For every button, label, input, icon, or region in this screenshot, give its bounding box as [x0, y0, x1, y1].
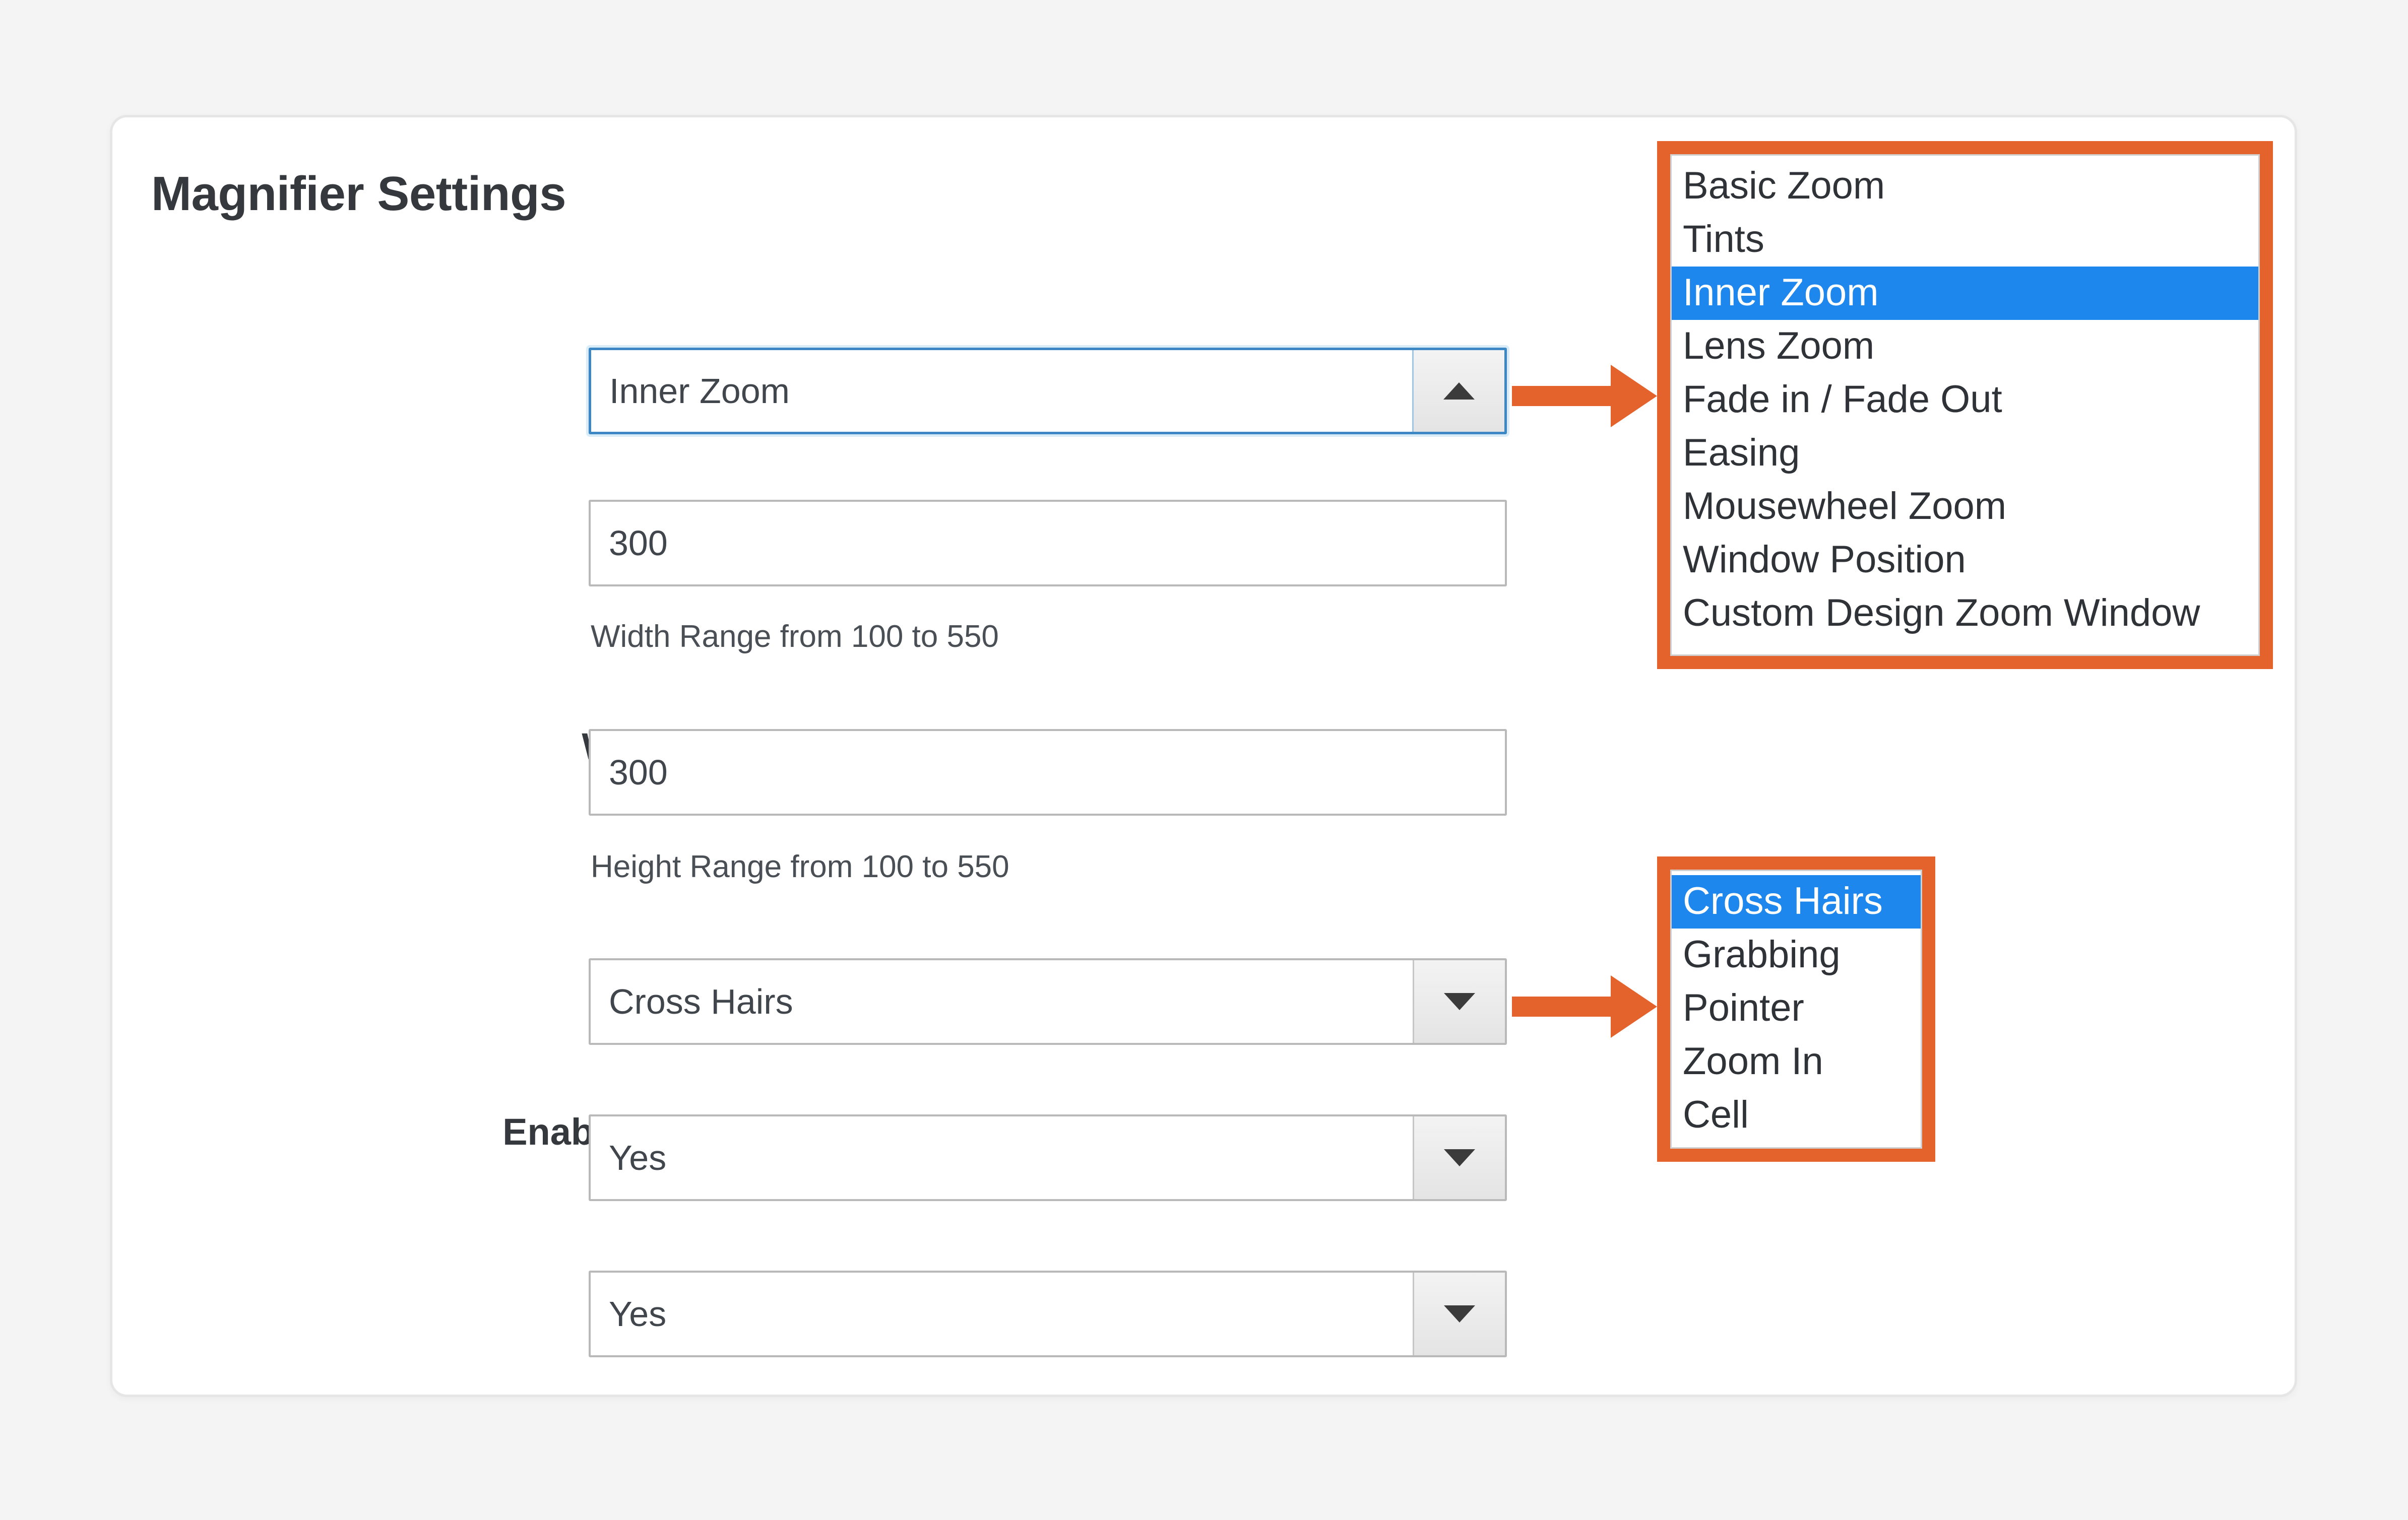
enable-scroll-zoom-select[interactable]: Yes: [589, 1114, 1507, 1201]
window-height-input[interactable]: 300: [589, 729, 1507, 816]
cursor-type-options-highlight: Cross Hairs Grabbing Pointer Zoom In Cel…: [1657, 856, 1935, 1162]
option-item[interactable]: Cell: [1672, 1089, 1921, 1142]
magnifier-type-dropdown-button[interactable]: [1412, 350, 1504, 432]
enable-easing-value: Yes: [609, 1294, 667, 1334]
triangle-down-icon: [1444, 1149, 1475, 1166]
option-item[interactable]: Basic Zoom: [1672, 160, 2258, 213]
arrow-head: [1611, 975, 1657, 1038]
cursor-type-dropdown-button[interactable]: [1413, 960, 1505, 1043]
cursor-type-options-list[interactable]: Cross Hairs Grabbing Pointer Zoom In Cel…: [1670, 870, 1922, 1149]
enable-scroll-zoom-dropdown-button[interactable]: [1413, 1116, 1505, 1199]
window-width-input[interactable]: 300: [589, 500, 1507, 586]
option-item[interactable]: Tints: [1672, 213, 2258, 267]
triangle-down-icon: [1444, 1305, 1475, 1323]
option-item[interactable]: Zoom In: [1672, 1035, 1921, 1089]
triangle-down-icon: [1444, 993, 1475, 1010]
magnifier-type-select[interactable]: Inner Zoom: [589, 348, 1507, 434]
magnifier-type-value: Inner Zoom: [609, 371, 790, 411]
arrow-shaft: [1512, 386, 1615, 406]
enable-easing-dropdown-button[interactable]: [1413, 1273, 1505, 1355]
option-item[interactable]: Pointer: [1672, 982, 1921, 1035]
option-item[interactable]: Grabbing: [1672, 929, 1921, 982]
enable-scroll-zoom-value: Yes: [609, 1138, 667, 1177]
window-width-hint: Width Range from 100 to 550: [591, 619, 999, 654]
option-item-selected[interactable]: Cross Hairs: [1672, 875, 1921, 929]
option-item[interactable]: Window Position: [1672, 534, 2258, 587]
cursor-type-value: Cross Hairs: [609, 982, 793, 1021]
cursor-type-select[interactable]: Cross Hairs: [589, 958, 1507, 1045]
option-item-selected[interactable]: Inner Zoom: [1672, 267, 2258, 320]
magnifier-type-options-list[interactable]: Basic Zoom Tints Inner Zoom Lens Zoom Fa…: [1670, 154, 2260, 656]
window-width-value: 300: [609, 523, 668, 563]
enable-easing-select[interactable]: Yes: [589, 1271, 1507, 1357]
option-item[interactable]: Lens Zoom: [1672, 320, 2258, 373]
page-title: Magnifier Settings: [151, 167, 566, 221]
option-item[interactable]: Easing: [1672, 427, 2258, 480]
window-height-value: 300: [609, 753, 668, 792]
magnifier-type-options-highlight: Basic Zoom Tints Inner Zoom Lens Zoom Fa…: [1657, 141, 2273, 669]
window-height-hint: Height Range from 100 to 550: [591, 849, 1009, 884]
arrow-shaft: [1512, 997, 1615, 1017]
option-item[interactable]: Fade in / Fade Out: [1672, 373, 2258, 427]
arrow-head: [1611, 365, 1657, 427]
option-item[interactable]: Mousewheel Zoom: [1672, 480, 2258, 534]
option-item[interactable]: Custom Design Zoom Window: [1672, 587, 2258, 640]
triangle-up-icon: [1443, 382, 1475, 400]
